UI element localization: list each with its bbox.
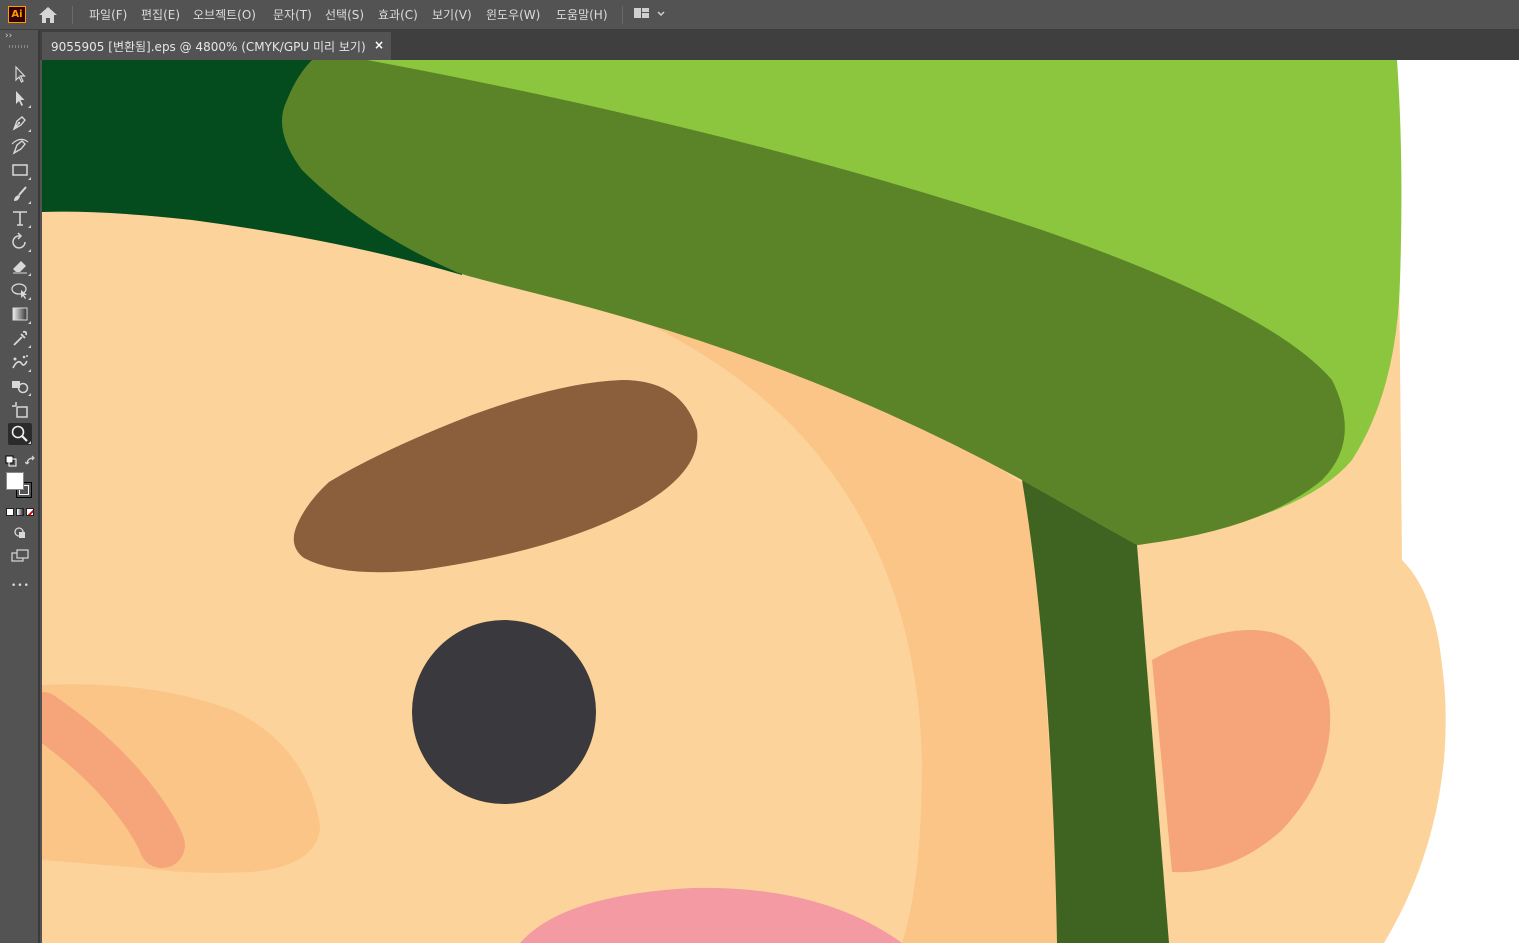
- menu-effect[interactable]: 효과(C): [378, 7, 418, 23]
- document-tab-title: 9055905 [변환됨].eps @ 4800% (CMYK/GPU 미리 보…: [51, 40, 366, 54]
- rotate-tool-icon[interactable]: [8, 231, 32, 253]
- artboard-tool-icon[interactable]: [8, 399, 32, 421]
- menu-separator: [72, 6, 73, 24]
- menu-bar: Ai 파일(F) 편집(E) 오브젝트(O) 문자(T) 선택(S) 효과(C)…: [0, 0, 1519, 30]
- pen-tool-icon[interactable]: [8, 111, 32, 133]
- menu-file[interactable]: 파일(F): [89, 7, 127, 23]
- artboard-canvas[interactable]: [42, 60, 1519, 943]
- tools-panel: ›› •••: [0, 30, 40, 943]
- menu-help[interactable]: 도움말(H): [556, 7, 608, 23]
- menu-edit[interactable]: 편집(E): [141, 7, 180, 23]
- shape-builder-tool-icon[interactable]: [8, 375, 32, 397]
- type-tool-icon[interactable]: [8, 207, 32, 229]
- direct-selection-tool-icon[interactable]: [8, 87, 32, 109]
- document-tab[interactable]: 9055905 [변환됨].eps @ 4800% (CMYK/GPU 미리 보…: [42, 32, 391, 60]
- menu-select[interactable]: 선택(S): [325, 7, 364, 23]
- eyedropper-tool-icon[interactable]: [8, 327, 32, 349]
- draw-mode-icon[interactable]: [13, 525, 27, 539]
- menu-type[interactable]: 문자(T): [273, 7, 312, 23]
- menu-separator: [622, 6, 623, 24]
- menu-window[interactable]: 윈도우(W): [486, 7, 540, 23]
- gradient-tool-icon[interactable]: [8, 303, 32, 325]
- panel-grip[interactable]: [9, 45, 29, 48]
- default-fill-stroke-icon[interactable]: [5, 452, 17, 467]
- swap-fill-stroke-icon[interactable]: [24, 452, 37, 465]
- workspace-switcher-icon[interactable]: [632, 6, 672, 24]
- menu-object[interactable]: 오브젝트(O): [193, 7, 256, 23]
- zoom-tool-icon[interactable]: [8, 423, 32, 445]
- artwork-illustration: [42, 60, 1519, 943]
- eraser-tool-icon[interactable]: [8, 255, 32, 277]
- paintbrush-tool-icon[interactable]: [8, 183, 32, 205]
- menu-view[interactable]: 보기(V): [432, 7, 472, 23]
- home-icon[interactable]: [37, 5, 59, 25]
- selection-tool-icon[interactable]: [8, 63, 32, 85]
- collapse-panel-icon[interactable]: ››: [5, 32, 12, 41]
- screen-mode-icon[interactable]: [11, 548, 29, 562]
- curvature-tool-icon[interactable]: [8, 135, 32, 157]
- symbol-sprayer-tool-icon[interactable]: [8, 351, 32, 373]
- close-icon[interactable]: ×: [374, 38, 384, 52]
- eye: [412, 620, 596, 804]
- rectangle-tool-icon[interactable]: [8, 159, 32, 181]
- document-tab-bar: 9055905 [변환됨].eps @ 4800% (CMYK/GPU 미리 보…: [40, 30, 1519, 60]
- more-tools-icon[interactable]: •••: [11, 581, 30, 591]
- fill-stroke-swatch[interactable]: [6, 470, 36, 500]
- illustrator-logo-icon: Ai: [8, 6, 26, 23]
- color-mode-buttons[interactable]: [6, 508, 34, 517]
- puppet-warp-tool-icon[interactable]: [8, 279, 32, 301]
